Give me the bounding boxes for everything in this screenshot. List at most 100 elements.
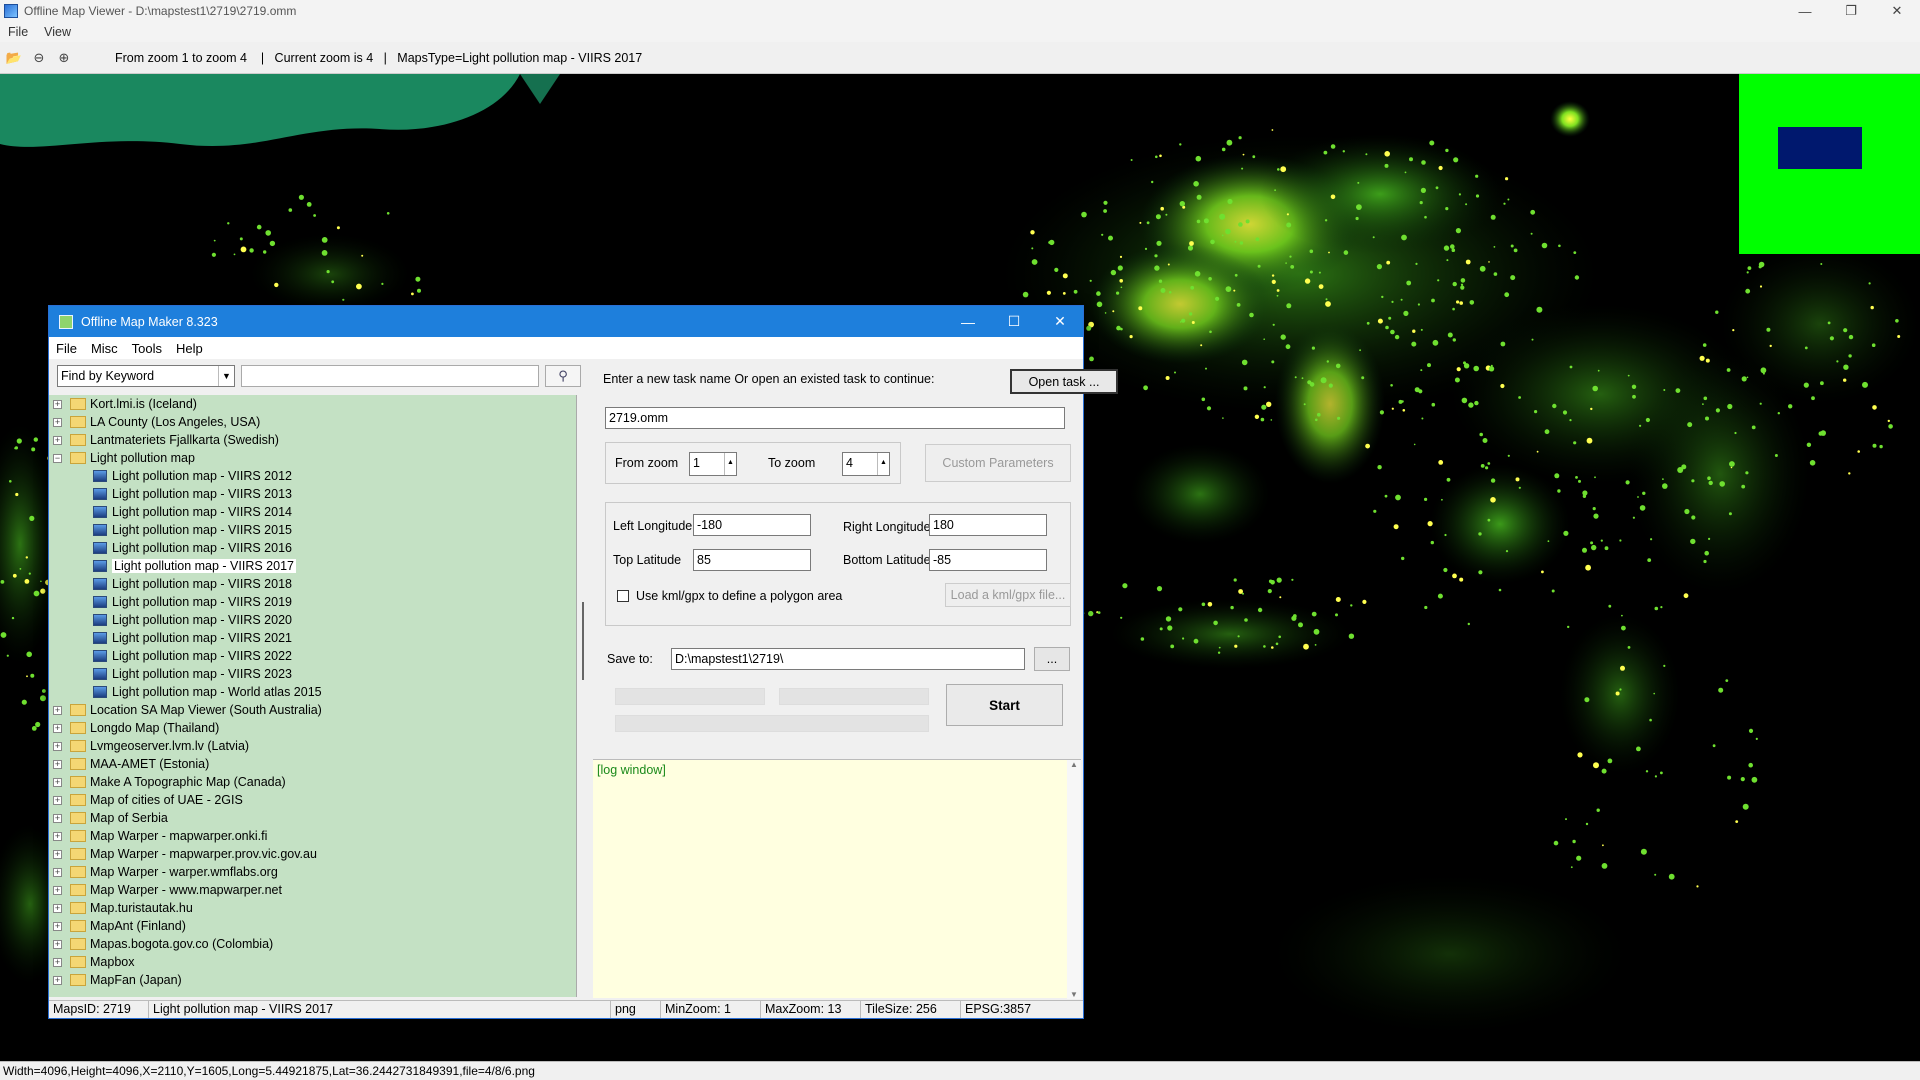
expand-icon[interactable]: + [53,813,62,823]
to-zoom-stepper[interactable]: 4 ▲▼ [842,452,890,476]
zoom-in-icon[interactable]: ⊕ [53,47,75,69]
tree-item[interactable]: Light pollution map - VIIRS 2014 [49,503,576,521]
tree-item[interactable]: − Light pollution map [49,449,576,467]
expand-icon[interactable]: + [53,417,62,427]
dialog-menu-help[interactable]: Help [169,341,210,356]
expand-icon[interactable]: + [53,705,62,715]
scroll-up-icon[interactable]: ▲ [1070,760,1078,769]
left-longitude-input[interactable]: -180 [693,514,811,536]
tree-item[interactable]: Light pollution map - VIIRS 2019 [49,593,576,611]
browse-button[interactable]: ... [1034,647,1070,671]
from-zoom-spin[interactable]: ▲▼ [724,453,736,475]
tree-item[interactable]: Light pollution map - VIIRS 2018 [49,575,576,593]
menu-file[interactable]: File [0,25,36,39]
tree-item[interactable]: + Make A Topographic Map (Canada) [49,773,576,791]
tree-item[interactable]: + LA County (Los Angeles, USA) [49,413,576,431]
right-longitude-input[interactable]: 180 [929,514,1047,536]
start-button[interactable]: Start [946,684,1063,726]
restore-button[interactable]: ❐ [1828,0,1874,22]
top-latitude-input[interactable]: 85 [693,549,811,571]
tree-item[interactable]: Light pollution map - VIIRS 2020 [49,611,576,629]
expand-icon[interactable]: + [53,975,62,985]
tree-item[interactable]: + Map Warper - mapwarper.onki.fi [49,827,576,845]
dialog-menu-misc[interactable]: Misc [84,341,125,356]
tree-item[interactable]: Light pollution map - VIIRS 2017 [49,557,576,575]
map-source-tree[interactable]: + Kort.lmi.is (Iceland) + LA County (Los An… [49,395,577,997]
close-button[interactable]: ✕ [1874,0,1920,22]
expand-icon[interactable]: + [53,939,62,949]
tree-item[interactable]: + Map of Serbia [49,809,576,827]
expand-icon[interactable]: + [53,903,62,913]
spin-up-icon[interactable]: ▲ [727,453,734,473]
custom-parameters-button[interactable]: Custom Parameters [925,444,1071,482]
expand-icon[interactable]: + [53,831,62,841]
tree-item[interactable]: + Map.turistautak.hu [49,899,576,917]
tree-item[interactable]: + Lantmateriets Fjallkarta (Swedish) [49,431,576,449]
expand-icon[interactable]: + [53,849,62,859]
task-name-input[interactable]: 2719.omm [605,407,1065,429]
zoom-out-icon[interactable]: ⊖ [28,47,50,69]
save-path-input[interactable]: D:\mapstest1\2719\ [671,648,1025,670]
dialog-menu-tools[interactable]: Tools [125,341,169,356]
spin-down-icon[interactable]: ▼ [880,473,887,475]
tree-item[interactable]: + Longdo Map (Thailand) [49,719,576,737]
chevron-down-icon[interactable]: ▼ [218,366,234,386]
search-input[interactable] [241,365,539,387]
kml-checkbox[interactable] [617,590,629,602]
dialog-menu-file[interactable]: File [49,341,84,356]
tree-item[interactable]: Light pollution map - VIIRS 2015 [49,521,576,539]
tree-item[interactable]: Light pollution map - VIIRS 2012 [49,467,576,485]
tree-item[interactable]: Light pollution map - VIIRS 2022 [49,647,576,665]
expand-icon[interactable]: + [53,723,62,733]
spin-down-icon[interactable]: ▼ [727,473,734,475]
tree-item[interactable]: Light pollution map - World atlas 2015 [49,683,576,701]
dialog-close-button[interactable]: ✕ [1037,306,1083,337]
tree-item[interactable]: Light pollution map - VIIRS 2023 [49,665,576,683]
tree-item[interactable]: Light pollution map - VIIRS 2021 [49,629,576,647]
to-zoom-spin[interactable]: ▲▼ [877,453,889,475]
open-folder-icon[interactable]: 📂 [3,47,25,69]
load-kml-button[interactable]: Load a kml/gpx file... [945,583,1071,607]
tree-item[interactable]: + Map of cities of UAE - 2GIS [49,791,576,809]
expand-icon[interactable]: + [53,741,62,751]
expand-icon[interactable]: + [53,777,62,787]
spin-up-icon[interactable]: ▲ [880,453,887,473]
dialog-maximize-button[interactable]: ☐ [991,306,1037,337]
tree-item[interactable]: Light pollution map - VIIRS 2013 [49,485,576,503]
dialog-minimize-button[interactable]: — [945,306,991,337]
expand-icon[interactable]: + [53,957,62,967]
scroll-down-icon[interactable]: ▼ [1070,990,1078,999]
from-zoom-stepper[interactable]: 1 ▲▼ [689,452,737,476]
expand-icon[interactable]: + [53,399,62,409]
expand-icon[interactable]: + [53,435,62,445]
overview-minimap[interactable] [1739,74,1920,254]
search-mode-select[interactable]: Find by Keyword ▼ [57,365,235,387]
tree-item[interactable]: Light pollution map - VIIRS 2016 [49,539,576,557]
log-scrollbar[interactable]: ▲ ▼ [1067,760,1081,999]
tree-item[interactable]: + Mapas.bogota.gov.co (Colombia) [49,935,576,953]
expand-icon[interactable]: + [53,795,62,805]
minimize-button[interactable]: — [1782,0,1828,22]
tree-item[interactable]: + MapAnt (Finland) [49,917,576,935]
expand-icon[interactable]: + [53,759,62,769]
tree-item[interactable]: + Kort.lmi.is (Iceland) [49,395,576,413]
log-window[interactable]: [log window] ▲ ▼ [593,759,1081,999]
tree-scrollbar-thumb[interactable] [582,602,584,680]
tree-item[interactable]: + Lvmgeoserver.lvm.lv (Latvia) [49,737,576,755]
tree-item[interactable]: + MAA-AMET (Estonia) [49,755,576,773]
tree-item[interactable]: + Map Warper - www.mapwarper.net [49,881,576,899]
tree-item[interactable]: + Mapbox [49,953,576,971]
bottom-latitude-input[interactable]: -85 [929,549,1047,571]
expand-icon[interactable]: + [53,885,62,895]
tree-item[interactable]: + Location SA Map Viewer (South Australia… [49,701,576,719]
minimap-viewport[interactable] [1778,127,1862,169]
menu-view[interactable]: View [36,25,79,39]
collapse-icon[interactable]: − [53,453,62,463]
expand-icon[interactable]: + [53,921,62,931]
open-task-button[interactable]: Open task ... [1010,369,1118,394]
tree-item[interactable]: + Map Warper - warper.wmflabs.org [49,863,576,881]
tree-scrollbar[interactable] [579,395,587,997]
tree-item[interactable]: + Map Warper - mapwarper.prov.vic.gov.au [49,845,576,863]
search-button[interactable]: ⚲ [545,365,581,387]
tree-item[interactable]: + MapFan (Japan) [49,971,576,989]
